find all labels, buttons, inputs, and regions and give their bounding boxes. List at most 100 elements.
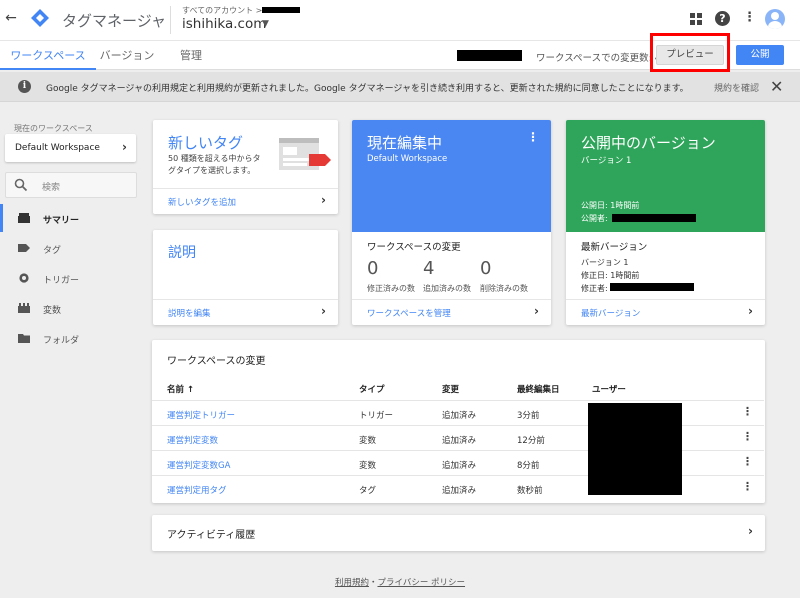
column-header-last-edited[interactable]: 最終編集日 bbox=[517, 383, 560, 395]
latest-version-name: バージョン 1 bbox=[581, 258, 629, 267]
edit-description-link[interactable]: 説明を編集 bbox=[168, 307, 211, 319]
sidebar-item-label: 変数 bbox=[43, 306, 62, 316]
terms-notice: i Google タグマネージャの利用規定と利用規約が更新されました。Googl… bbox=[0, 72, 800, 102]
column-header-user[interactable]: ユーザー bbox=[592, 383, 626, 395]
editing-title: 現在編集中 bbox=[367, 134, 443, 152]
tab-versions[interactable]: バージョン bbox=[96, 41, 158, 70]
tab-admin[interactable]: 管理 bbox=[170, 41, 212, 70]
sidebar-item-folders[interactable]: フォルダ bbox=[0, 324, 144, 352]
published-title: 公開中のバージョン bbox=[581, 134, 716, 152]
card-footer[interactable]: 説明を編集 › bbox=[153, 299, 338, 325]
add-new-tag-link[interactable]: 新しいタグを追加 bbox=[168, 196, 236, 208]
more-vert-icon[interactable]: ⋮ bbox=[527, 130, 539, 144]
sidebar-item-triggers[interactable]: トリガー bbox=[0, 264, 144, 292]
activity-history-card[interactable]: アクティビティ履歴 › bbox=[152, 515, 765, 551]
back-arrow-icon[interactable]: ← bbox=[4, 10, 18, 26]
divider bbox=[170, 6, 171, 34]
sidebar-item-tags[interactable]: タグ bbox=[0, 234, 144, 262]
sidebar-item-variables[interactable]: 変数 bbox=[0, 294, 144, 322]
publisher-label: 公開者: bbox=[581, 214, 608, 223]
modified-label: 修正済みの数 bbox=[367, 284, 415, 293]
card-header: 現在編集中 Default Workspace ⋮ bbox=[352, 120, 551, 232]
redacted-text bbox=[457, 50, 522, 61]
more-vert-icon[interactable]: ⋮ bbox=[742, 430, 753, 443]
item-change: 追加済み bbox=[442, 436, 477, 446]
chevron-right-icon: › bbox=[748, 304, 753, 318]
workspace-changes-count: ワークスペースでの変更数: 4 bbox=[536, 53, 661, 64]
item-type: トリガー bbox=[359, 411, 394, 421]
redacted-users bbox=[588, 403, 682, 495]
app-title: タグマネージャ bbox=[62, 12, 166, 30]
workspace-label: 現在のワークスペース bbox=[14, 124, 93, 133]
column-header-type[interactable]: タイプ bbox=[359, 383, 385, 395]
published-date: 公開日: 1時間前 bbox=[581, 201, 640, 210]
account-breadcrumb[interactable]: すべてのアカウント > bbox=[182, 5, 262, 16]
more-vert-icon[interactable]: ⋮ bbox=[742, 405, 753, 418]
sidebar-item-summary[interactable]: サマリー bbox=[0, 204, 144, 232]
redacted-account bbox=[262, 7, 300, 13]
apps-grid-icon[interactable] bbox=[689, 12, 703, 26]
editing-workspace-name: Default Workspace bbox=[367, 154, 448, 164]
sidebar-item-label: フォルダ bbox=[43, 336, 80, 346]
deleted-count: 0 bbox=[480, 258, 492, 279]
sidebar-item-label: サマリー bbox=[43, 216, 80, 226]
description-card: 説明 説明を編集 › bbox=[153, 230, 338, 325]
chevron-right-icon: › bbox=[122, 140, 127, 154]
card-footer[interactable]: 新しいタグを追加 › bbox=[153, 188, 338, 214]
new-tag-description: 50 種類を超える中からタグタイプを選択します。 bbox=[168, 154, 261, 175]
summary-icon bbox=[18, 213, 30, 223]
privacy-policy-link[interactable]: プライバシー ポリシー bbox=[377, 578, 465, 588]
tab-workspace[interactable]: ワークスペース bbox=[0, 41, 96, 70]
more-vert-icon[interactable]: ⋮ bbox=[742, 455, 753, 468]
close-icon[interactable]: ✕ bbox=[770, 77, 783, 96]
sidebar-item-label: トリガー bbox=[43, 276, 80, 286]
redacted-publisher bbox=[612, 214, 696, 222]
column-header-name[interactable]: 名前 ↑ bbox=[167, 383, 194, 395]
preview-button[interactable]: プレビュー bbox=[656, 45, 724, 65]
modified-date: 修正日: 1時間前 bbox=[581, 271, 640, 280]
current-workspace-card: 現在編集中 Default Workspace ⋮ ワークスペースの変更 0 修… bbox=[352, 120, 551, 325]
latest-version-link[interactable]: 最新バージョン bbox=[581, 307, 640, 319]
item-change: 追加済み bbox=[442, 486, 477, 496]
deleted-label: 削除済みの数 bbox=[480, 284, 528, 293]
new-tag-title: 新しいタグ bbox=[168, 134, 244, 152]
info-icon: i bbox=[18, 80, 31, 93]
search-placeholder: 検索 bbox=[42, 183, 61, 193]
account-avatar-icon[interactable] bbox=[765, 9, 785, 29]
item-type: 変数 bbox=[359, 461, 377, 471]
card-header: 公開中のバージョン バージョン 1 公開日: 1時間前 公開者: bbox=[566, 120, 765, 232]
item-name-link[interactable]: 運営判定変数GA bbox=[167, 459, 230, 471]
new-tag-card[interactable]: 新しいタグ 50 種類を超える中からタグタイプを選択します。 新しいタグを追加 … bbox=[153, 120, 338, 214]
item-change: 追加済み bbox=[442, 411, 477, 421]
modified-count: 0 bbox=[367, 258, 379, 279]
column-header-change[interactable]: 変更 bbox=[442, 383, 459, 395]
gtm-logo-icon[interactable] bbox=[30, 8, 50, 28]
table-title: ワークスペースの変更 bbox=[167, 356, 266, 367]
more-vert-icon[interactable]: ⋮ bbox=[742, 480, 753, 493]
more-vert-icon[interactable]: ⋮ bbox=[743, 10, 756, 25]
item-edited: 12分前 bbox=[517, 436, 545, 446]
footer: 利用規約・プライバシー ポリシー bbox=[0, 576, 800, 588]
card-footer[interactable]: 最新バージョン › bbox=[566, 299, 765, 325]
chevron-down-icon[interactable]: ▼ bbox=[262, 19, 269, 29]
publish-button[interactable]: 公開 bbox=[736, 45, 784, 65]
latest-version-title: 最新バージョン bbox=[581, 242, 648, 253]
trigger-icon bbox=[19, 273, 29, 283]
added-count: 4 bbox=[423, 258, 435, 279]
item-type: 変数 bbox=[359, 436, 377, 446]
search-input[interactable]: 検索 bbox=[5, 172, 137, 198]
item-name-link[interactable]: 運営判定変数 bbox=[167, 434, 218, 446]
workspace-name: Default Workspace bbox=[15, 143, 100, 153]
manage-workspace-link[interactable]: ワークスペースを管理 bbox=[367, 307, 451, 319]
item-change: 追加済み bbox=[442, 461, 477, 471]
help-icon[interactable]: ? bbox=[715, 11, 730, 26]
workspace-selector[interactable]: Default Workspace › bbox=[5, 134, 136, 162]
container-name[interactable]: ishihika.com bbox=[182, 16, 266, 32]
review-terms-link[interactable]: 規約を確認 bbox=[714, 81, 759, 94]
item-name-link[interactable]: 運営判定トリガー bbox=[167, 409, 235, 421]
terms-link[interactable]: 利用規約 bbox=[335, 578, 369, 588]
item-name-link[interactable]: 運営判定用タグ bbox=[167, 484, 227, 496]
item-type: タグ bbox=[359, 486, 377, 496]
card-footer[interactable]: ワークスペースを管理 › bbox=[352, 299, 551, 325]
chevron-right-icon: › bbox=[321, 304, 326, 318]
